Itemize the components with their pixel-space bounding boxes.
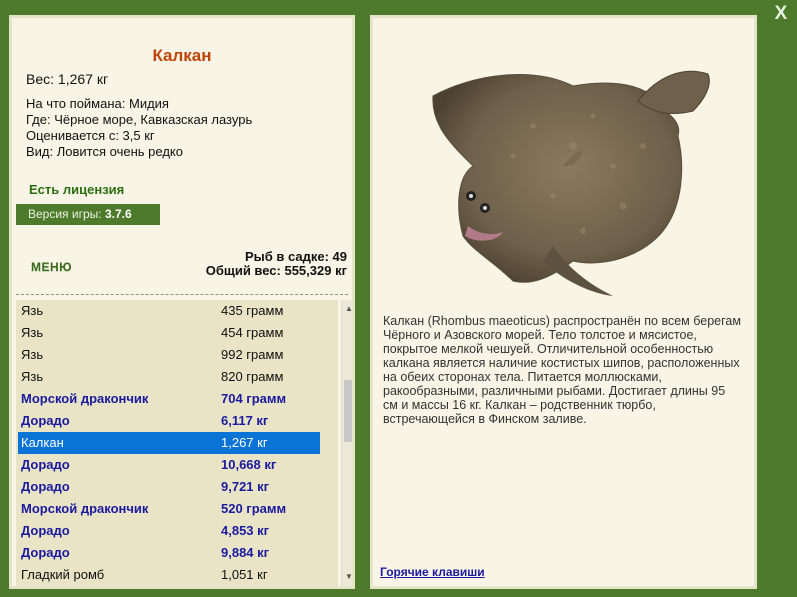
scroll-up-arrow[interactable]: ▲	[342, 302, 352, 316]
fish-description-panel: Калкан (Rhombus maeoticus) распространён…	[370, 15, 757, 589]
catch-fish-weight: 1,051 кг	[221, 567, 268, 582]
catch-row[interactable]: Язь 820 грамм	[16, 366, 338, 388]
location-line: Где: Чёрное море, Кавказская лазурь	[26, 112, 253, 127]
menu-button[interactable]: МЕНЮ	[31, 260, 72, 274]
catch-row[interactable]: Морской дракончик 520 грамм	[16, 498, 338, 520]
catch-fish-weight: 704 грамм	[221, 391, 287, 406]
catch-row[interactable]: Гладкий ромб 1,051 кг	[16, 564, 338, 586]
catch-list-scrollbar[interactable]: ▲ ▼	[341, 300, 352, 586]
scroll-thumb[interactable]	[344, 380, 352, 442]
catch-fish-weight: 520 грамм	[221, 501, 287, 516]
fish-details: На что поймана: Мидия Где: Чёрное море, …	[26, 96, 252, 160]
catch-fish-name: Гладкий ромб	[21, 567, 105, 582]
total-weight: Общий вес: 555,329 кг	[205, 263, 347, 278]
catch-list[interactable]: Язь 435 грамм Язь 454 грамм Язь 992 грамм Язь 8…	[16, 300, 338, 586]
catch-fish-weight: 435 грамм	[221, 303, 284, 318]
catch-fish-weight: 992 грамм	[221, 347, 284, 362]
catch-fish-weight: 9,884 кг	[221, 545, 270, 560]
catch-fish-name: Язь	[21, 303, 44, 318]
catch-fish-name: Язь	[21, 347, 44, 362]
scroll-down-arrow[interactable]: ▼	[342, 570, 352, 584]
close-button[interactable]: X	[771, 4, 791, 24]
divider	[16, 294, 348, 295]
fish-description: Калкан (Rhombus maeoticus) распространён…	[383, 314, 741, 426]
version-label: Версия игры:	[28, 207, 102, 221]
fish-count: Рыб в садке: 49	[244, 249, 347, 264]
license-status: Есть лицензия	[29, 182, 125, 197]
catch-fish-name: Язь	[21, 325, 44, 340]
catch-fish-name: Дорадо	[21, 479, 70, 494]
bait-line: На что поймана: Мидия	[26, 96, 169, 111]
turbot-image	[432, 70, 710, 296]
catch-row-selected[interactable]: Калкан 1,267 кг	[18, 432, 320, 454]
valued-line: Оценивается с: 3,5 кг	[26, 128, 155, 143]
catch-fish-name: Калкан	[21, 435, 64, 450]
fish-info-panel: Калкан Вес: 1,267 кг На что поймана: Мид…	[9, 15, 355, 589]
catch-fish-name: Морской дракончик	[21, 391, 149, 406]
catch-row[interactable]: Дорадо 10,668 кг	[16, 454, 338, 476]
catch-row[interactable]: Морской дракончик 704 грамм	[16, 388, 338, 410]
catch-fish-name: Дорадо	[21, 413, 70, 428]
catch-fish-weight: 4,853 кг	[221, 523, 270, 538]
catch-row[interactable]: Язь 454 грамм	[16, 322, 338, 344]
version-badge: Версия игры: 3.7.6	[16, 204, 160, 225]
catch-row[interactable]: Дорадо 6,117 кг	[16, 410, 338, 432]
catch-row[interactable]: Язь 435 грамм	[16, 300, 338, 322]
catch-fish-weight: 9,721 кг	[221, 479, 270, 494]
catch-fish-weight: 454 грамм	[221, 325, 284, 340]
rarity-line: Вид: Ловится очень редко	[26, 144, 183, 159]
catch-fish-name: Язь	[21, 369, 44, 384]
fish-title: Калкан	[152, 46, 212, 65]
catch-row[interactable]: Дорадо 9,721 кг	[16, 476, 338, 498]
catch-fish-name: Дорадо	[21, 545, 70, 560]
catch-row[interactable]: Дорадо 4,853 кг	[16, 520, 338, 542]
catch-fish-weight: 10,668 кг	[221, 457, 277, 472]
hotkeys-link[interactable]: Горячие клавиши	[380, 565, 485, 579]
catch-fish-weight: 820 грамм	[221, 369, 284, 384]
catch-row[interactable]: Язь 992 грамм	[16, 344, 338, 366]
catch-fish-weight: 1,267 кг	[221, 435, 268, 450]
catch-fish-name: Дорадо	[21, 523, 70, 538]
catch-fish-name: Морской дракончик	[21, 501, 149, 516]
catch-fish-name: Дорадо	[21, 457, 70, 472]
fish-weight: Вес: 1,267 кг	[26, 71, 109, 87]
net-stats: Рыб в садке: 49 Общий вес: 555,329 кг	[206, 250, 347, 278]
version-value: 3.7.6	[104, 207, 132, 221]
catch-fish-weight: 6,117 кг	[221, 413, 269, 428]
catch-row[interactable]: Дорадо 9,884 кг	[16, 542, 338, 564]
